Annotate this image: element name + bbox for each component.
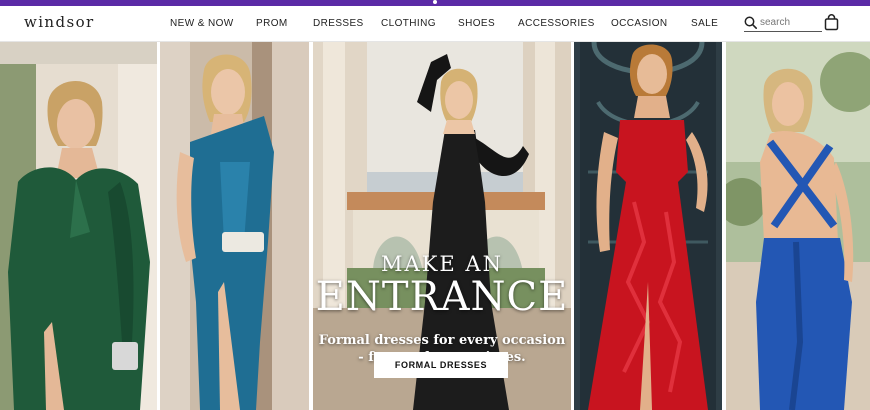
hero-panel-green-gown[interactable]: [0, 42, 157, 410]
promo-bar-indicator: [433, 0, 437, 4]
search-icon[interactable]: [744, 16, 757, 29]
site-header: windsor NEW & NOW PROM DRESSES CLOTHING …: [0, 6, 870, 42]
nav-item-accessories[interactable]: ACCESSORIES: [518, 18, 595, 29]
nav-item-sale[interactable]: SALE: [691, 18, 718, 29]
nav-item-prom[interactable]: PROM: [256, 18, 288, 29]
nav-item-occasion[interactable]: OCCASION: [611, 18, 668, 29]
nav-item-dresses[interactable]: DRESSES: [313, 18, 364, 29]
brand-logo[interactable]: windsor: [24, 13, 95, 31]
hero-panel-red-gown[interactable]: [574, 42, 722, 410]
hero-panel-teal-gown[interactable]: [160, 42, 309, 410]
nav-item-clothing[interactable]: CLOTHING: [381, 18, 436, 29]
search-input[interactable]: [760, 16, 820, 29]
search-box: [744, 15, 822, 32]
model-green-gown-image: [0, 42, 157, 410]
model-red-gown-image: [574, 42, 722, 410]
model-blue-gown-image: [726, 42, 870, 410]
shopping-bag-icon[interactable]: [824, 14, 839, 31]
hero-panel-blue-gown[interactable]: [726, 42, 870, 410]
nav-item-new-and-now[interactable]: NEW & NOW: [170, 18, 234, 29]
model-teal-gown-image: [160, 42, 309, 410]
hero-headline-line2: ENTRANCE: [315, 274, 569, 320]
hero-headline-line1: MAKE AN: [381, 252, 503, 276]
nav-item-shoes[interactable]: SHOES: [458, 18, 495, 29]
formal-dresses-button[interactable]: FORMAL DRESSES: [374, 352, 508, 378]
